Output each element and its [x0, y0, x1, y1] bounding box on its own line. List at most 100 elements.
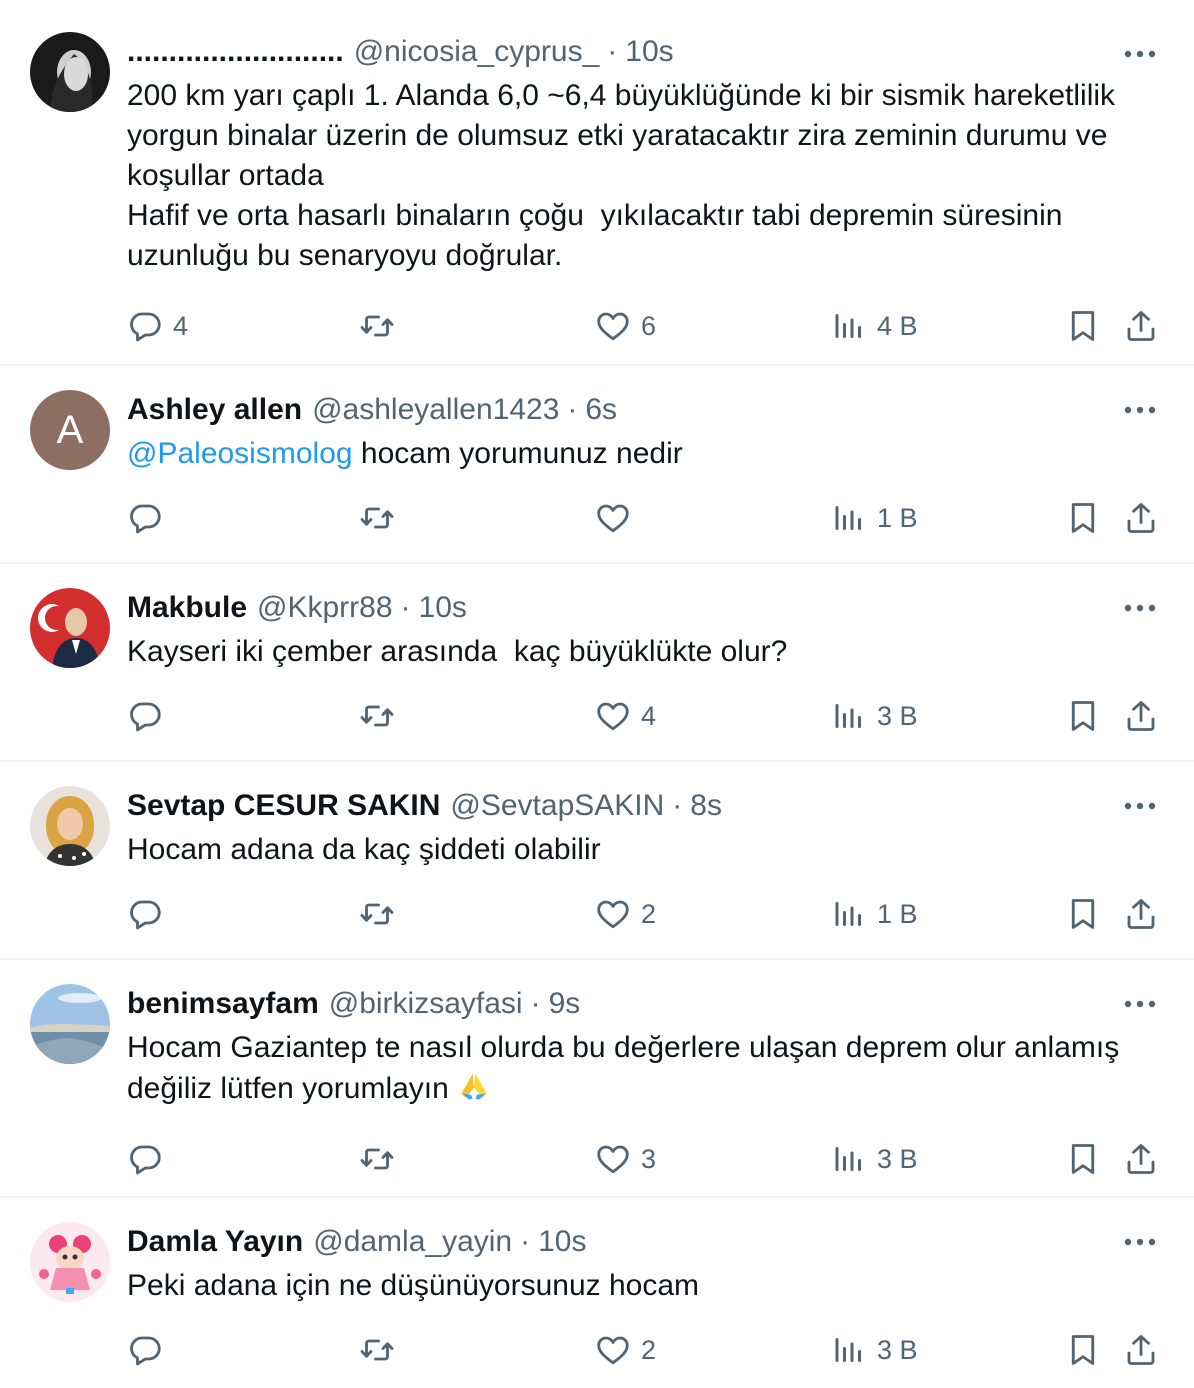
more-icon[interactable]: [1122, 392, 1158, 428]
like-icon: [595, 896, 631, 932]
tweet[interactable]: Makbule @Kkprr88 · 10s Kayseri iki çembe…: [0, 564, 1194, 762]
retweet-button[interactable]: [359, 696, 405, 736]
share-button[interactable]: [1123, 696, 1159, 736]
user-handle[interactable]: @damla_yayin: [313, 1225, 512, 1259]
avatar[interactable]: [30, 1222, 110, 1302]
like-button[interactable]: 6: [595, 306, 656, 346]
reply-button[interactable]: 4: [127, 306, 188, 346]
separator: ·: [607, 35, 618, 68]
tweet[interactable]: Sevtap CESUR SAKIN @SevtapSAKIN · 8s Hoc…: [0, 762, 1194, 960]
timestamp[interactable]: 10s: [625, 35, 673, 69]
views-icon: [831, 698, 867, 734]
timestamp[interactable]: 9s: [549, 987, 581, 1021]
bookmark-button[interactable]: [1065, 1139, 1101, 1179]
tweet[interactable]: Damla Yayın @damla_yayin · 10s Peki adan…: [0, 1198, 1194, 1388]
avatar[interactable]: [30, 588, 110, 668]
like-button[interactable]: 4: [595, 696, 656, 736]
avatar-letter: A: [56, 407, 84, 452]
bookmark-icon: [1065, 1332, 1101, 1368]
share-button[interactable]: [1123, 306, 1159, 346]
separator: ·: [672, 789, 683, 822]
display-name[interactable]: Makbule: [127, 591, 247, 625]
display-name[interactable]: Ashley allen: [127, 393, 302, 427]
view-count: 1 B: [877, 898, 918, 929]
retweet-button[interactable]: [359, 894, 405, 934]
retweet-button[interactable]: [359, 1139, 405, 1179]
action-bar: 3 3 B: [127, 1115, 1164, 1211]
action-bar: 2 1 B: [127, 870, 1164, 966]
reply-icon: [127, 698, 163, 734]
bookmark-button[interactable]: [1065, 894, 1101, 934]
tweet[interactable]: .......................... @nicosia_cypr…: [0, 0, 1194, 366]
display-name[interactable]: benimsayfam: [127, 987, 319, 1021]
reply-button[interactable]: [127, 1139, 173, 1179]
tweet[interactable]: benimsayfam @birkizsayfasi · 9s Hocam Ga…: [0, 960, 1194, 1198]
retweet-button[interactable]: [359, 1330, 405, 1370]
retweet-button[interactable]: [359, 306, 405, 346]
share-button[interactable]: [1123, 498, 1159, 538]
views-button[interactable]: 4 B: [831, 306, 918, 346]
bookmark-icon: [1065, 698, 1101, 734]
reply-button[interactable]: [127, 696, 173, 736]
like-count: 6: [641, 310, 657, 341]
timestamp[interactable]: 10s: [538, 1225, 586, 1259]
separator: ·: [520, 1225, 531, 1258]
views-icon: [831, 308, 867, 344]
display-name[interactable]: ..........................: [127, 35, 344, 69]
user-handle[interactable]: @birkizsayfasi: [329, 987, 523, 1021]
retweet-button[interactable]: [359, 498, 405, 538]
view-count: 3 B: [877, 700, 918, 731]
bookmark-button[interactable]: [1065, 306, 1101, 346]
views-button[interactable]: 1 B: [831, 894, 918, 934]
more-icon[interactable]: [1122, 1224, 1158, 1260]
avatar[interactable]: [30, 984, 110, 1064]
tweet-text: Kayseri iki çember arasında kaç büyüklük…: [127, 635, 788, 668]
share-button[interactable]: [1123, 894, 1159, 934]
more-icon[interactable]: [1122, 590, 1158, 626]
like-button[interactable]: 2: [595, 1330, 656, 1370]
timestamp[interactable]: 6s: [585, 393, 617, 427]
like-button[interactable]: 2: [595, 894, 656, 934]
reply-button[interactable]: [127, 1330, 173, 1370]
user-handle[interactable]: @nicosia_cyprus_: [354, 35, 600, 69]
views-button[interactable]: 3 B: [831, 1139, 918, 1179]
timestamp[interactable]: 8s: [690, 789, 722, 823]
reply-button[interactable]: [127, 894, 173, 934]
views-button[interactable]: 1 B: [831, 498, 918, 538]
share-icon: [1123, 500, 1159, 536]
reply-button[interactable]: [127, 498, 173, 538]
user-handle[interactable]: @Kkprr88: [257, 591, 393, 625]
mention-link[interactable]: @Paleosismolog: [127, 437, 353, 470]
user-handle[interactable]: @ashleyallen1423: [312, 393, 559, 427]
more-icon[interactable]: [1122, 788, 1158, 824]
like-button[interactable]: 3: [595, 1139, 656, 1179]
like-button[interactable]: [595, 498, 641, 538]
more-icon[interactable]: [1122, 986, 1158, 1022]
views-button[interactable]: 3 B: [831, 1330, 918, 1370]
display-name[interactable]: Sevtap CESUR SAKIN: [127, 789, 440, 823]
share-button[interactable]: [1123, 1139, 1159, 1179]
views-icon: [831, 896, 867, 932]
bookmark-button[interactable]: [1065, 498, 1101, 538]
bookmark-button[interactable]: [1065, 696, 1101, 736]
display-name[interactable]: Damla Yayın: [127, 1225, 303, 1259]
avatar[interactable]: [30, 786, 110, 866]
more-icon[interactable]: [1122, 36, 1158, 72]
tweet[interactable]: A Ashley allen @ashleyallen1423 · 6s @Pa…: [0, 366, 1194, 564]
views-icon: [831, 500, 867, 536]
bookmark-button[interactable]: [1065, 1330, 1101, 1370]
view-count: 1 B: [877, 502, 918, 533]
tweet-text: Hocam Gaziantep te nasıl olurda bu değer…: [127, 1031, 1128, 1105]
timestamp[interactable]: 10s: [419, 591, 467, 625]
views-icon: [831, 1332, 867, 1368]
views-button[interactable]: 3 B: [831, 696, 918, 736]
action-bar: 1 B: [127, 474, 1164, 570]
user-handle[interactable]: @SevtapSAKIN: [450, 789, 664, 823]
like-icon: [595, 1332, 631, 1368]
avatar[interactable]: A: [30, 390, 110, 470]
share-button[interactable]: [1123, 1330, 1159, 1370]
action-bar: 2 3 B: [127, 1306, 1164, 1388]
view-count: 3 B: [877, 1334, 918, 1365]
reply-count: 4: [173, 310, 189, 341]
avatar[interactable]: [30, 32, 110, 112]
